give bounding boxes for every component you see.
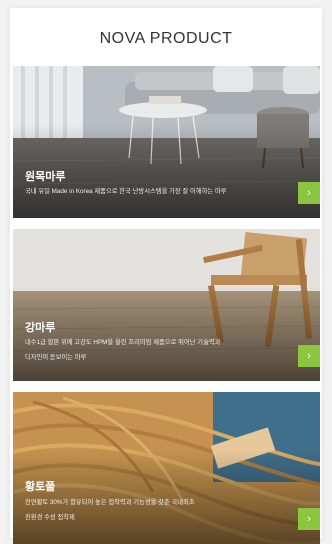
page-background: NOVA PRODUCT 원목마루 국내 유일 Made in Korea 제품…: [0, 0, 332, 544]
section-title: NOVA PRODUCT: [99, 30, 233, 47]
product-title: 강마루: [25, 322, 56, 334]
product-card-adhesive[interactable]: 황토풀 천연황토 30%가 함유되어 높은 접착력과 기능성을 갖춘 국내최초 …: [13, 392, 320, 544]
card-overlay: [13, 286, 320, 381]
product-title: 원목마루: [25, 171, 66, 183]
product-description: 국내 유일 Made in Korea 제품으로 한국 난방시스템을 가장 잘 …: [25, 188, 227, 195]
product-title: 황토풀: [25, 481, 56, 493]
product-description-line-2: 디자인이 돋보이는 마루: [25, 354, 87, 361]
chevron-right-icon[interactable]: ›: [298, 345, 320, 367]
product-card-strong-floor[interactable]: 강마루 내수1급 합판 위에 고강도 HPM을 올린 프리미엄 제품으로 뛰어난…: [13, 229, 320, 381]
chevron-right-icon[interactable]: ›: [298, 182, 320, 204]
product-description-line-2: 친환경 수성 접착제: [25, 514, 75, 521]
product-card-wood-floor[interactable]: 원목마루 국내 유일 Made in Korea 제품으로 한국 난방시스템을 …: [13, 66, 320, 218]
product-description-line-1: 천연황토 30%가 함유되어 높은 접착력과 기능성을 갖춘 국내최초: [25, 499, 195, 506]
product-description-line-1: 내수1급 합판 위에 고강도 HPM을 올린 프리미엄 제품으로 뛰어난 기술력…: [25, 339, 221, 346]
chevron-right-icon[interactable]: ›: [298, 508, 320, 530]
